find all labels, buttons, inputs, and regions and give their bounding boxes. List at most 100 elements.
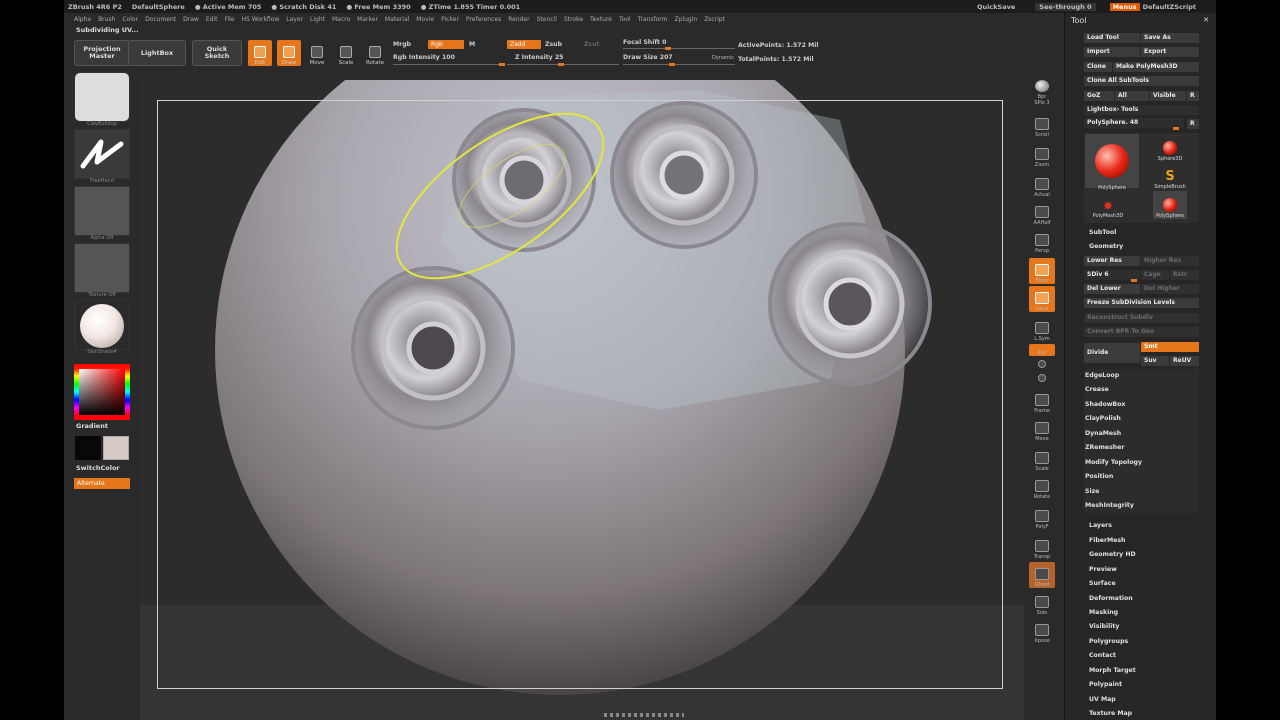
tool-polymesh3d[interactable]: ✸ PolyMesh3D [1091, 191, 1125, 219]
move-mode-button[interactable]: Move [305, 40, 329, 66]
edgeloop-section[interactable]: EdgeLoop [1085, 372, 1119, 379]
goz-button[interactable]: GoZ [1084, 91, 1114, 101]
scale-view-button[interactable]: Scale [1029, 446, 1055, 472]
polysphere-slider-knob[interactable] [1173, 127, 1179, 130]
sdiv-slider-knob[interactable] [1131, 279, 1137, 282]
menu-hs-workflow[interactable]: HS Workflow [242, 16, 280, 23]
smt-toggle[interactable]: Smt [1141, 342, 1199, 352]
contact-section[interactable]: Contact [1089, 652, 1116, 659]
dynamesh-section[interactable]: DynaMesh [1085, 430, 1121, 437]
menu-file[interactable]: File [224, 16, 234, 23]
draw-size-slider[interactable]: Draw Size 207 [623, 54, 673, 61]
menu-texture[interactable]: Texture [590, 16, 612, 23]
load-tool-button[interactable]: Load Tool [1084, 33, 1140, 43]
zadd-button[interactable]: Zadd [507, 40, 541, 49]
geometry-hd-section[interactable]: Geometry HD [1089, 551, 1136, 558]
menu-material[interactable]: Material [385, 16, 409, 23]
menu-marker[interactable]: Marker [357, 16, 378, 23]
higher-res-button[interactable]: Higher Res [1141, 256, 1199, 266]
saturation-value-square[interactable] [79, 369, 125, 415]
focal-shift-slider[interactable]: Focal Shift 0 [623, 39, 666, 46]
switchcolor-button[interactable]: SwitchColor [76, 464, 120, 472]
close-icon[interactable]: ✕ [1203, 16, 1209, 24]
z-intensity-slider[interactable]: Z Intensity 25 [515, 54, 563, 61]
rotate-y-button[interactable] [1029, 358, 1055, 370]
polypaint-section[interactable]: Polypaint [1089, 681, 1122, 688]
size-section[interactable]: Size [1085, 488, 1099, 495]
menu-stroke[interactable]: Stroke [564, 16, 583, 23]
polyf-button[interactable]: PolyF [1029, 504, 1055, 530]
layers-section[interactable]: Layers [1089, 522, 1112, 529]
zsub-button[interactable]: Zsub [545, 41, 562, 48]
draw-size-knob[interactable] [669, 63, 675, 66]
freeze-subdivision-button[interactable]: Freeze SubDivision Levels [1084, 298, 1199, 308]
tool-polysphere-small[interactable]: PolySphere [1153, 191, 1187, 219]
actual-button[interactable]: Actual [1029, 172, 1055, 198]
texture-thumbnail[interactable] [74, 243, 130, 293]
draw-size-track[interactable] [623, 64, 735, 65]
menu-render[interactable]: Render [508, 16, 529, 23]
tool-panel-header[interactable]: Tool ✕ [1065, 13, 1216, 27]
polygroups-section[interactable]: Polygroups [1089, 638, 1128, 645]
seethrough-slider[interactable]: See-through 0 [1035, 2, 1096, 11]
cage-button[interactable]: Cage [1141, 270, 1169, 280]
gradient-button[interactable]: Gradient [76, 422, 108, 430]
menu-edit[interactable]: Edit [206, 16, 218, 23]
persp-button[interactable]: Persp [1029, 228, 1055, 254]
z-intensity-knob[interactable] [558, 63, 564, 66]
rstr-button[interactable]: Rstr [1170, 270, 1199, 280]
polysphere-r-button[interactable]: R [1187, 119, 1199, 129]
rotate-mode-button[interactable]: Rotate [363, 40, 387, 66]
surface-section[interactable]: Surface [1089, 580, 1116, 587]
subtool-section[interactable]: SubTool [1089, 229, 1116, 236]
scale-mode-button[interactable]: Scale [334, 40, 358, 66]
visibility-section[interactable]: Visibility [1089, 623, 1119, 630]
uv-map-section[interactable]: UV Map [1089, 696, 1116, 703]
xyz-button[interactable]: Xyz [1029, 344, 1055, 356]
position-section[interactable]: Position [1085, 473, 1113, 480]
rotate-view-button[interactable]: Rotate [1029, 474, 1055, 500]
clone-all-subtools-button[interactable]: Clone All SubTools [1084, 76, 1199, 86]
geometry-section[interactable]: Geometry [1089, 243, 1123, 250]
alternate-button[interactable]: Alternate [74, 478, 130, 489]
frame-button[interactable]: Frame [1029, 388, 1055, 414]
menu-picker[interactable]: Picker [441, 16, 459, 23]
edit-mode-button[interactable]: Edit [248, 40, 272, 66]
menu-alpha[interactable]: Alpha [74, 16, 91, 23]
mrgb-button[interactable]: Mrgb [393, 41, 411, 48]
goz-r-button[interactable]: R [1187, 91, 1199, 101]
lower-res-button[interactable]: Lower Res [1084, 256, 1140, 266]
fibermesh-section[interactable]: FiberMesh [1089, 537, 1125, 544]
menu-zscript[interactable]: Zscript [704, 16, 725, 23]
ghost-button[interactable]: Ghost [1029, 562, 1055, 588]
aahalf-button[interactable]: AAHalf [1029, 200, 1055, 226]
polysphere-slider[interactable]: PolySphere. 48 [1084, 118, 1184, 128]
save-as-button[interactable]: Save As [1141, 33, 1199, 43]
menu-draw[interactable]: Draw [183, 16, 199, 23]
local-button[interactable]: Local [1029, 286, 1055, 312]
quick-sketch-button[interactable]: Quick Sketch [192, 40, 242, 66]
zcut-button[interactable]: Zcut [584, 41, 600, 48]
material-thumbnail[interactable] [74, 300, 130, 350]
rgb-button[interactable]: Rgb [428, 40, 464, 49]
menu-tool[interactable]: Tool [619, 16, 631, 23]
preview-section[interactable]: Preview [1089, 566, 1117, 573]
draw-mode-button[interactable]: Draw [277, 40, 301, 66]
masking-section[interactable]: Masking [1089, 609, 1118, 616]
morph-target-section[interactable]: Morph Target [1089, 667, 1136, 674]
tool-simplebrush[interactable]: S SimpleBrush [1153, 162, 1187, 191]
zoom-button[interactable]: Zoom [1029, 142, 1055, 168]
modify-topology-section[interactable]: Modify Topology [1085, 459, 1142, 466]
del-higher-button[interactable]: Del Higher [1141, 284, 1199, 294]
all-button[interactable]: All [1115, 91, 1149, 101]
bottom-scroll-indicator[interactable] [604, 713, 684, 717]
menu-brush[interactable]: Brush [98, 16, 115, 23]
rgb-intensity-slider[interactable]: Rgb Intensity 100 [393, 54, 455, 61]
reconstruct-subdiv-button[interactable]: Reconstruct Subdiv [1084, 313, 1199, 323]
menu-layer[interactable]: Layer [286, 16, 303, 23]
lightbox-tools-button[interactable]: Lightbox› Tools [1084, 105, 1199, 115]
menu-zplugin[interactable]: Zplugin [675, 16, 698, 23]
floor-button[interactable]: Floor [1029, 258, 1055, 284]
del-lower-button[interactable]: Del Lower [1084, 284, 1140, 294]
deformation-section[interactable]: Deformation [1089, 595, 1133, 602]
